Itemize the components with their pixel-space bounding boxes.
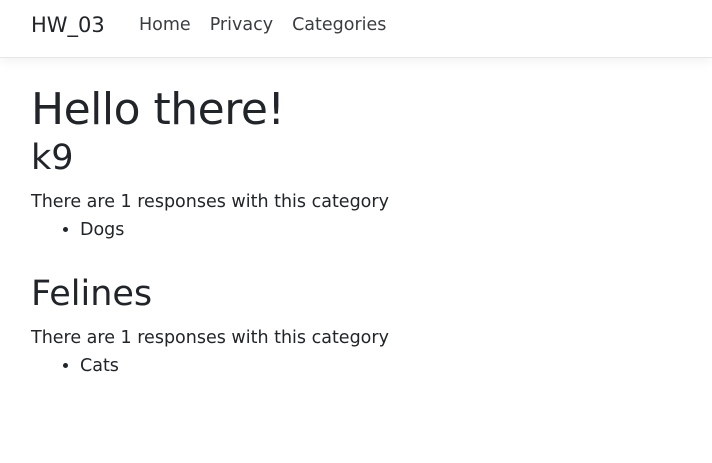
brand-link[interactable]: HW_03 [31,11,105,39]
page-title: Hello there! [31,84,285,135]
nav-link-privacy[interactable]: Privacy [210,13,273,37]
category-summary: There are 1 responses with this category [31,192,389,212]
main-nav: Home Privacy Categories [139,13,405,37]
top-navbar: HW_03 Home Privacy Categories [0,0,712,58]
nav-link-home[interactable]: Home [139,13,191,37]
category-summary: There are 1 responses with this category [31,328,389,348]
main-content: Hello there! k9 There are 1 responses wi… [31,83,691,378]
category-section-k9: k9 There are 1 responses with this categ… [31,137,691,242]
list-item: Dogs [80,218,691,242]
category-heading: k9 [31,138,74,178]
list-item: Cats [80,354,691,378]
category-section-felines: Felines There are 1 responses with this … [31,273,691,378]
response-list: Cats [31,354,691,378]
nav-link-categories[interactable]: Categories [292,13,386,37]
category-heading: Felines [31,274,153,314]
response-list: Dogs [31,218,691,242]
